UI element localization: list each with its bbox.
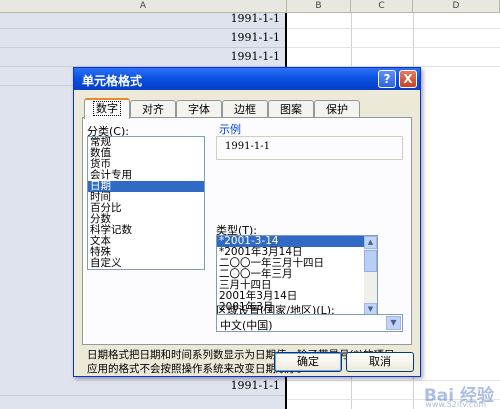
scroll-up-icon[interactable]: ▲ [364,236,377,249]
tab-protection[interactable]: 保护 [314,100,360,117]
number-tab-panel: 分类(C): 常规 数值 货币 会计专用 日期 时间 百分比 分数 科学记数 文… [82,117,412,375]
column-header-b[interactable]: B [287,0,351,12]
watermark-url: www.52itv.com [425,400,486,409]
tab-font[interactable]: 字体 [176,100,222,117]
cell-value: 1991-1-1 [230,379,280,392]
tab-border[interactable]: 边框 [222,100,268,117]
chevron-down-icon[interactable]: ▼ [386,316,401,330]
cancel-button[interactable]: 取消 [346,352,414,372]
tab-patterns[interactable]: 图案 [268,100,314,117]
cell-a2[interactable]: 1991-1-1 [0,29,286,48]
type-scrollbar[interactable]: ▲ ▼ [364,236,377,316]
sample-label: 示例 [219,123,241,136]
tab-label: 数字 [93,101,121,116]
dialog-titlebar[interactable]: 单元格格式 ? X [74,68,420,90]
tab-alignment[interactable]: 对齐 [130,100,176,117]
format-cells-dialog: 单元格格式 ? X 数字 对齐 字体 边框 图案 保护 分类(C): 常规 数值… [73,67,421,377]
locale-select[interactable]: 中文(中国) ▼ [216,314,403,332]
cell-value: 1991-1-1 [230,12,280,25]
ok-button[interactable]: 确定 [274,352,342,372]
sample-box: 1991-1-1 [216,136,403,160]
cell-value: 1991-1-1 [230,31,280,44]
category-listbox[interactable]: 常规 数值 货币 会计专用 日期 时间 百分比 分数 科学记数 文本 特殊 自定… [87,136,205,270]
cell-value: 1991-1-1 [230,50,280,63]
scroll-thumb[interactable] [364,250,377,272]
gridline [287,47,500,48]
help-button[interactable]: ? [378,70,396,88]
locale-value: 中文(中国) [220,319,273,332]
sample-value: 1991-1-1 [225,141,270,152]
cell-a-bottom[interactable]: 1991-1-1 [0,377,286,396]
gridline [287,28,500,29]
tab-number[interactable]: 数字 [84,98,130,119]
list-item[interactable]: 自定义 [88,258,204,269]
column-header-d[interactable]: D [413,0,500,12]
dialog-title: 单元格格式 [82,74,143,88]
close-button[interactable]: X [399,70,417,88]
cell-a1[interactable]: 1991-1-1 [0,10,286,29]
cell-a3[interactable]: 1991-1-1 [0,48,286,67]
column-header-c[interactable]: C [351,0,413,12]
